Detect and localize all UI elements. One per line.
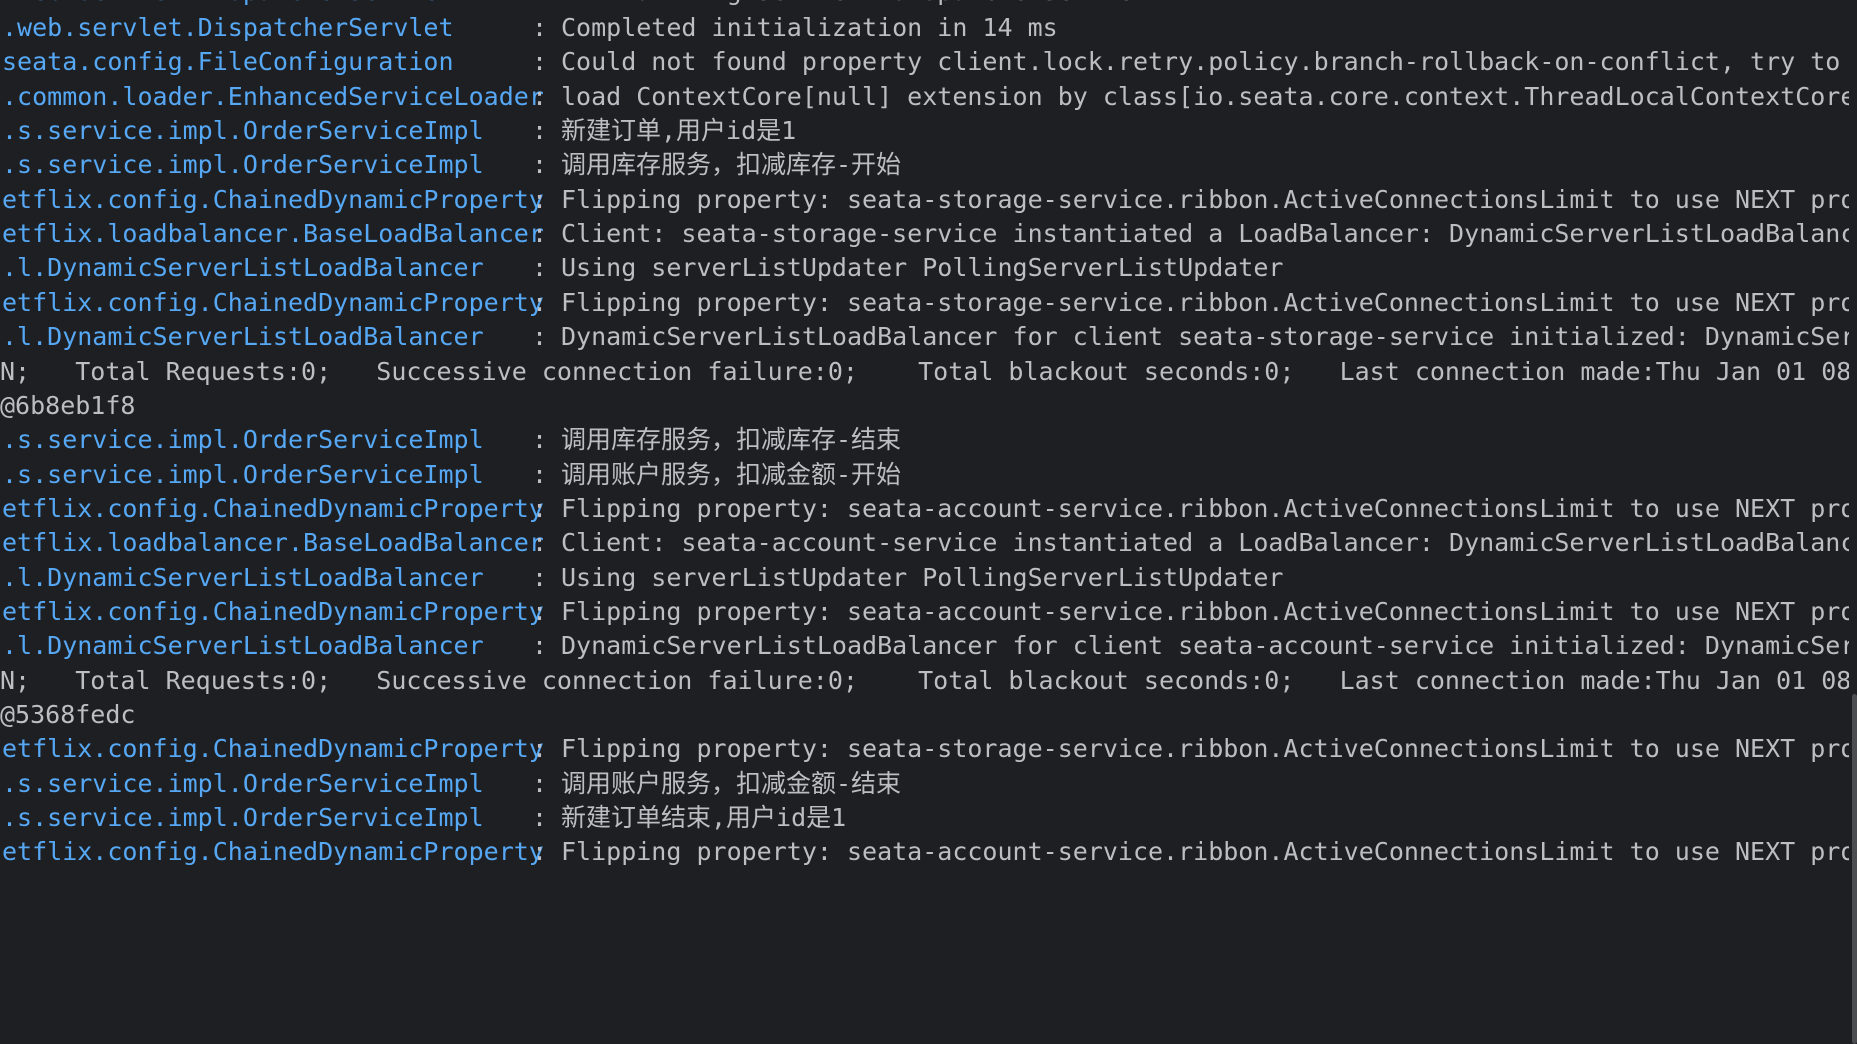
log-continuation: N; Total Requests:0; Successive connecti… — [0, 356, 1857, 386]
logger-name: etflix.config.ChainedDynamicProperty — [2, 837, 544, 867]
log-continuation: N; Total Requests:0; Successive connecti… — [0, 665, 1857, 695]
vertical-scrollbar[interactable] — [1849, 0, 1857, 1044]
console-output[interactable]: .web.servlet.DispatcherServlet : Initial… — [0, 0, 1857, 1044]
scrollbar-thumb[interactable] — [1852, 694, 1857, 1044]
separator: : — [532, 837, 548, 867]
log-message: Flipping property: seata-account-service… — [561, 837, 1857, 867]
